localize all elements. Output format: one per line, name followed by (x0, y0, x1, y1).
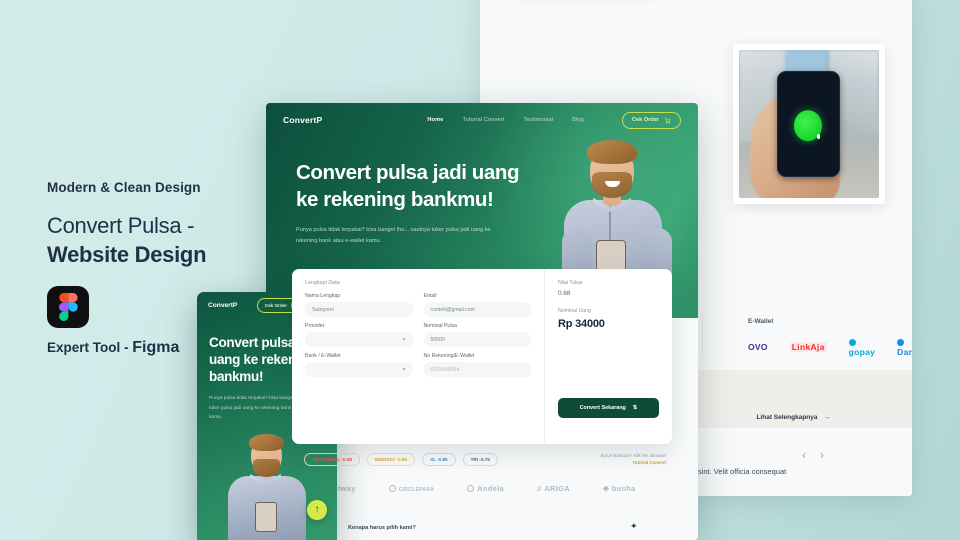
expert-tool-name: Figma (132, 339, 180, 356)
select-bank-ewallet[interactable]: ▾ (305, 362, 413, 377)
field-bank-ewallet: Bank / E-Wallet ▾ (305, 353, 413, 377)
eyebrow-label: Modern & Clean Design (47, 180, 201, 195)
partner-logo-busha: busha (602, 484, 636, 493)
chevron-down-icon: ▾ (402, 367, 406, 373)
hero-headline: Convert pulsa jadi uang ke rekening bank… (296, 160, 564, 213)
hero-headline-line1: Convert pulsa jadi uang (296, 161, 520, 184)
shopping-cart-icon (664, 117, 671, 124)
ewallet-logo-dana: Dana (897, 337, 912, 357)
cek-order-button[interactable]: Cek Order (621, 111, 681, 129)
sparkle-icon: ✦ (630, 521, 638, 531)
why-choose-us-heading: Kenapa harus pilih kami? (348, 525, 416, 531)
help-note: Butuh Bantuan? Klik link dibawah Tutoria… (601, 453, 672, 465)
rate-label: Nilai Tukar (558, 280, 583, 286)
input-email[interactable]: contoh@gmail.com (423, 302, 531, 317)
carousel-controls[interactable]: ‹› (802, 448, 838, 462)
field-label-email: Email (423, 293, 437, 299)
field-nominal-pulsa: Nominal Pulsa 50000 (423, 323, 531, 347)
form-fields-column: Lengkapi Data Nama Lengkap Sutriyono Ema… (292, 269, 544, 444)
form-summary-column: Nilai Tukar 0.68 Nominal Uang Rp 34000 C… (544, 269, 672, 444)
page-title: Convert Pulsa - Website Design (47, 212, 262, 269)
convert-button-label: Convert Sekarang (579, 405, 626, 411)
chevron-down-icon: ▾ (402, 337, 406, 343)
chevron-right-icon[interactable]: › (820, 448, 838, 462)
amount-label: Nominal Uang (558, 308, 591, 314)
field-label-provider: Provider (305, 323, 325, 329)
input-no-rekening[interactable]: 6325456664 (423, 362, 531, 377)
amount-value: Rp 34000 (558, 318, 605, 330)
navbar: ConvertP Home Tutorial Convert Testimoni… (266, 103, 698, 137)
left-text-panel: Modern & Clean Design Convert Pulsa - We… (47, 180, 262, 269)
see-more-label: Lihat Selengkapnya (756, 414, 818, 421)
field-email: Email contoh@gmail.com (423, 293, 531, 317)
form-section-title: Lengkapi Data (305, 280, 340, 286)
tag-indosat[interactable]: INDOSAT -0.50 (367, 452, 416, 466)
ewallet-logo-gopay: gopay (848, 337, 876, 357)
field-label-no-rekening: No Rekening/E-Wallet (423, 353, 475, 359)
page-title-line1: Convert Pulsa - (47, 213, 195, 239)
partner-logo-ariga: ♯ ARIGA (536, 483, 570, 493)
page-title-line2: Website Design (47, 241, 207, 267)
presentation-slide: Modern & Clean Design Convert Pulsa - We… (0, 0, 960, 540)
phone-photo-card (733, 44, 885, 204)
figma-logo-icon (47, 286, 89, 328)
nav-item-tutorial-convert[interactable]: Tutorial Convert (463, 117, 505, 123)
partner-logo-andela: Andela (467, 484, 504, 493)
expert-tool-label: Expert Tool - Figma (47, 339, 179, 357)
swap-vertical-icon: ⇅ (632, 405, 638, 411)
cek-order-label: Cek Order (631, 117, 659, 123)
ewallet-logo-linkaja: LinkAja (789, 341, 827, 353)
rate-value: 0.68 (558, 290, 571, 297)
arrow-right-icon: → (823, 414, 831, 421)
select-provider[interactable]: ▾ (305, 332, 413, 347)
nav-item-home[interactable]: Home (427, 117, 443, 123)
partner-logo-circlepara: CIRCLEPARA (388, 484, 434, 493)
nav-links: Home Tutorial Convert Testimonial Blog C… (427, 111, 681, 129)
arrow-up-icon: ↑ (314, 504, 320, 515)
provider-rate-tags: TELKOMSEL -0.68 INDOSAT -0.50 XL -0.85 T… (292, 448, 672, 470)
mobile-cek-order-label: Cek Order (264, 302, 287, 308)
mobile-brand-logo: ConvertP (208, 301, 238, 309)
hero-text-block: Convert pulsa jadi uang ke rekening bank… (296, 160, 564, 246)
ewallet-section-label: E-Wallet (748, 318, 774, 325)
convert-sekarang-button[interactable]: Convert Sekarang ⇅ (558, 398, 659, 418)
scroll-to-top-button[interactable]: ↑ (307, 500, 327, 520)
field-label-nominal-pulsa: Nominal Pulsa (423, 323, 457, 329)
field-label-nama: Nama Lengkap (305, 293, 341, 299)
input-nama-lengkap[interactable]: Sutriyono (305, 302, 413, 317)
expert-tool-prefix: Expert Tool - (47, 340, 133, 355)
help-note-link[interactable]: Tutorial Convert (601, 460, 666, 465)
tag-tri[interactable]: TRI -0.75 (462, 452, 498, 466)
brand-logo: ConvertP (283, 115, 323, 125)
field-no-rekening: No Rekening/E-Wallet 6325456664 (423, 353, 531, 377)
tag-telkomsel[interactable]: TELKOMSEL -0.68 (304, 452, 360, 466)
convert-form-card: Lengkapi Data Nama Lengkap Sutriyono Ema… (292, 269, 672, 444)
hero-paragraph: Punya pulsa tidak terpakai? bisa banget … (296, 227, 491, 244)
ewallet-logo-ovo: OVO (748, 342, 768, 352)
field-provider: Provider ▾ (305, 323, 413, 347)
input-nominal-pulsa[interactable]: 50000 (423, 332, 531, 347)
field-label-bank: Bank / E-Wallet (305, 353, 341, 359)
chevron-left-icon[interactable]: ‹ (802, 448, 820, 462)
nav-item-testimonial[interactable]: Testimonial (524, 117, 554, 123)
nav-item-blog[interactable]: Blog (572, 117, 584, 123)
field-nama-lengkap: Nama Lengkap Sutriyono (305, 293, 413, 317)
see-more-link[interactable]: Lihat Selengkapnya → (756, 414, 830, 421)
hero-headline-line2: ke rekening bankmu! (296, 187, 494, 211)
help-note-line1: Butuh Bantuan? Klik link dibawah (600, 453, 666, 458)
tag-xl[interactable]: XL -0.85 (422, 452, 456, 466)
ewallet-logo-list: OVO LinkAja gopay Dana (748, 337, 912, 357)
